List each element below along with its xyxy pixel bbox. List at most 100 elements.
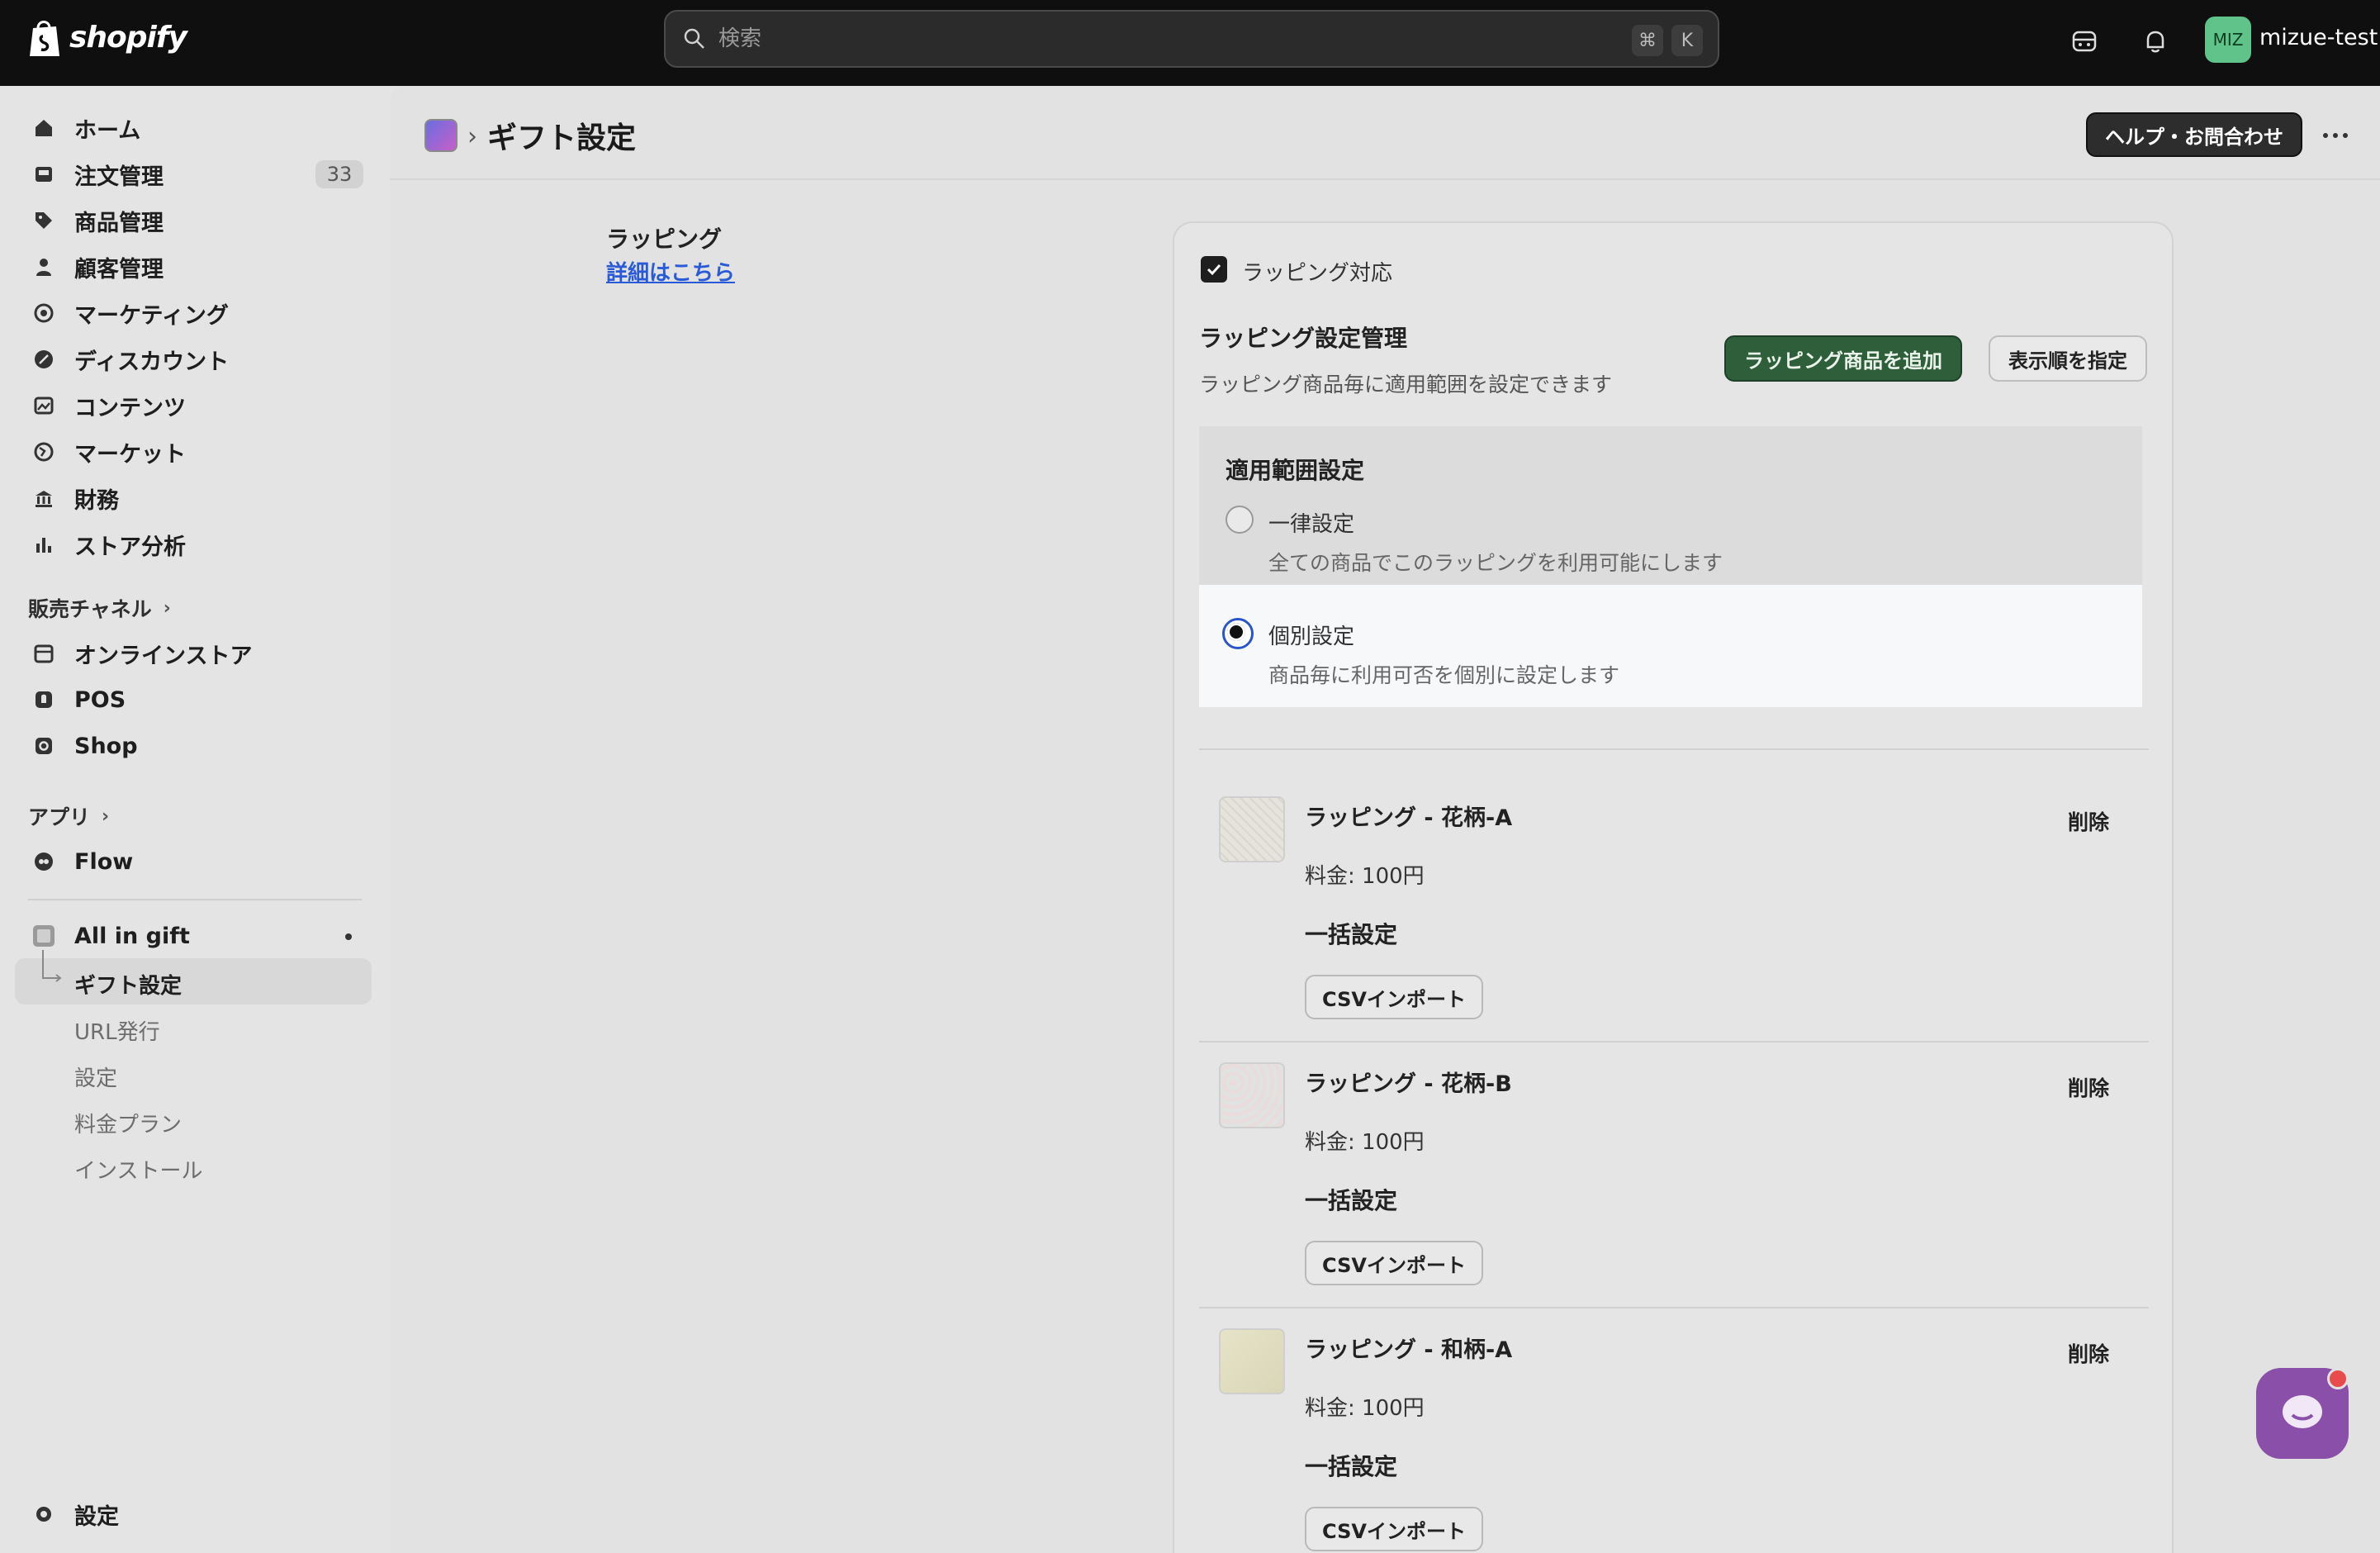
sidebar-item-label: 財務 — [74, 487, 119, 514]
list-divider — [1199, 1041, 2149, 1042]
section-title: ラッピング — [606, 226, 723, 253]
sidebar-item-label: All in gift — [74, 923, 190, 949]
wrapping-thumbnail — [1219, 1328, 1285, 1394]
all-in-gift-app-icon — [31, 924, 56, 948]
sidebar-item-label: マーケティング — [74, 302, 229, 329]
sidebar-subitem-settings[interactable]: 設定 — [74, 1061, 117, 1092]
sidebar-item-home[interactable]: ホーム — [15, 107, 372, 149]
delete-button[interactable]: 削除 — [2068, 806, 2109, 836]
sidebar-subitem-pricing[interactable]: 料金プラン — [74, 1108, 182, 1138]
sidebar-item-analytics[interactable]: ストア分析 — [15, 524, 372, 565]
radio-uniform-label: 一律設定 — [1268, 512, 1355, 537]
chat-notification-dot — [2327, 1368, 2349, 1389]
shopify-bag-icon — [30, 21, 59, 56]
list-divider — [1199, 748, 2149, 750]
sidebar-item-label: ストア分析 — [74, 534, 186, 560]
wrapping-thumbnail — [1219, 796, 1285, 862]
chevron-right-icon: › — [102, 805, 110, 827]
csv-import-button[interactable]: CSVインポート — [1305, 1241, 1483, 1285]
wrapping-item-price: 料金: 100円 — [1305, 1130, 1425, 1155]
help-contact-button[interactable]: ヘルプ・お問合わせ — [2086, 112, 2302, 157]
radio-uniform[interactable] — [1226, 506, 1254, 534]
sidebar-item-label: Shop — [74, 733, 138, 759]
radio-individual-desc: 商品毎に利用可否を個別に設定します — [1268, 663, 1620, 687]
dot-icon — [2333, 133, 2338, 138]
delete-button[interactable]: 削除 — [2068, 1338, 2109, 1368]
notifications-button[interactable] — [2137, 23, 2174, 59]
chevron-right-icon: › — [163, 597, 171, 619]
details-link[interactable]: 詳細はこちら — [606, 256, 735, 287]
tree-branch-icon — [42, 950, 62, 982]
sidebar-item-markets[interactable]: マーケット — [15, 431, 372, 473]
sidebar-item-label: Flow — [74, 848, 134, 875]
header-divider — [390, 178, 2380, 180]
search-icon — [684, 28, 704, 49]
sidebar-item-products[interactable]: 商品管理 — [15, 200, 372, 241]
sidebar-item-pos[interactable]: POS — [15, 679, 372, 720]
sidebar-item-content[interactable]: コンテンツ — [15, 385, 372, 426]
page-title: ギフト設定 — [487, 121, 637, 155]
delete-button[interactable]: 削除 — [2068, 1072, 2109, 1102]
sidebar-item-label: コンテンツ — [74, 395, 186, 421]
avatar[interactable]: MIZ — [2205, 17, 2251, 63]
dot-icon — [2323, 133, 2328, 138]
apps-heading[interactable]: アプリ › — [28, 801, 109, 831]
sidebar-item-orders[interactable]: 注文管理 33 — [15, 154, 372, 195]
sales-channels-label: 販売チャネル — [28, 597, 152, 621]
scope-title: 適用範囲設定 — [1226, 457, 1365, 484]
sidebar-item-label: 注文管理 — [74, 164, 164, 190]
app-logo-icon[interactable] — [424, 119, 458, 152]
chat-bubble-icon — [2283, 1395, 2322, 1428]
breadcrumb-chevron-icon: › — [467, 122, 477, 151]
sidebar-item-discounts[interactable]: ディスカウント — [15, 339, 372, 380]
dot-icon — [2343, 133, 2348, 138]
sidebar-item-label: ディスカウント — [74, 349, 230, 375]
sidebar-item-finance[interactable]: 財務 — [15, 477, 372, 519]
gear-icon — [31, 1502, 56, 1527]
sidebar-item-label: POS — [74, 686, 126, 713]
inbox-icon — [31, 162, 56, 187]
globe-icon — [31, 439, 56, 464]
store-face-icon — [2072, 31, 2097, 52]
wrapping-enabled-checkbox[interactable] — [1201, 256, 1227, 283]
brand-name: shopify — [69, 20, 187, 55]
add-wrapping-product-button[interactable]: ラッピング商品を追加 — [1724, 335, 1962, 382]
sidebar-item-customers[interactable]: 顧客管理 — [15, 246, 372, 287]
discount-icon — [31, 347, 56, 372]
search-input[interactable] — [718, 26, 1462, 51]
sidebar-item-settings[interactable]: 設定 — [15, 1494, 372, 1535]
kbd-cmd: ⌘ — [1632, 25, 1663, 56]
sidebar-item-online-store[interactable]: オンラインストア — [15, 633, 372, 674]
radio-uniform-desc: 全ての商品でこのラッピングを利用可能にします — [1268, 551, 1723, 575]
account-name[interactable]: mizue-test — [2259, 25, 2378, 50]
pin-dot — [345, 933, 352, 940]
sidebar-subitem-url[interactable]: URL発行 — [74, 1015, 160, 1046]
csv-import-button[interactable]: CSVインポート — [1305, 1507, 1483, 1551]
orders-count-badge: 33 — [315, 160, 363, 188]
more-actions-button[interactable] — [2317, 121, 2354, 150]
bar-chart-icon — [31, 532, 56, 557]
sidebar-item-flow[interactable]: Flow — [15, 841, 372, 882]
wrapping-item-name: ラッピング - 和柄-A — [1305, 1337, 1513, 1363]
sidebar-subitem-install[interactable]: インストール — [74, 1154, 202, 1185]
sales-channels-heading[interactable]: 販売チャネル › — [28, 593, 171, 623]
sidebar-item-all-in-gift[interactable]: All in gift — [15, 915, 372, 957]
store-icon[interactable] — [2066, 23, 2103, 59]
wrapping-enabled-label: ラッピング対応 — [1242, 261, 1393, 286]
sidebar-item-marketing[interactable]: マーケティング — [15, 292, 372, 334]
wrapping-item-price: 料金: 100円 — [1305, 864, 1425, 889]
set-display-order-button[interactable]: 表示順を指定 — [1989, 335, 2147, 382]
pos-icon — [31, 687, 56, 712]
sidebar-item-label: マーケット — [74, 441, 186, 468]
radio-individual[interactable] — [1222, 618, 1254, 649]
tag-icon — [31, 208, 56, 233]
sidebar-divider — [28, 899, 362, 900]
sidebar-item-shop[interactable]: Shop — [15, 725, 372, 767]
search-bar[interactable]: ⌘ K — [664, 10, 1719, 68]
wrapping-item-name: ラッピング - 花柄-B — [1305, 1071, 1512, 1097]
shopify-logo[interactable]: shopify — [26, 17, 187, 58]
csv-import-button[interactable]: CSVインポート — [1305, 975, 1483, 1019]
sidebar-item-label: オンラインストア — [74, 643, 253, 669]
bulk-settings-label: 一括設定 — [1305, 1187, 1398, 1214]
sidebar-subitem-gift-settings[interactable]: ギフト設定 — [74, 969, 182, 1000]
